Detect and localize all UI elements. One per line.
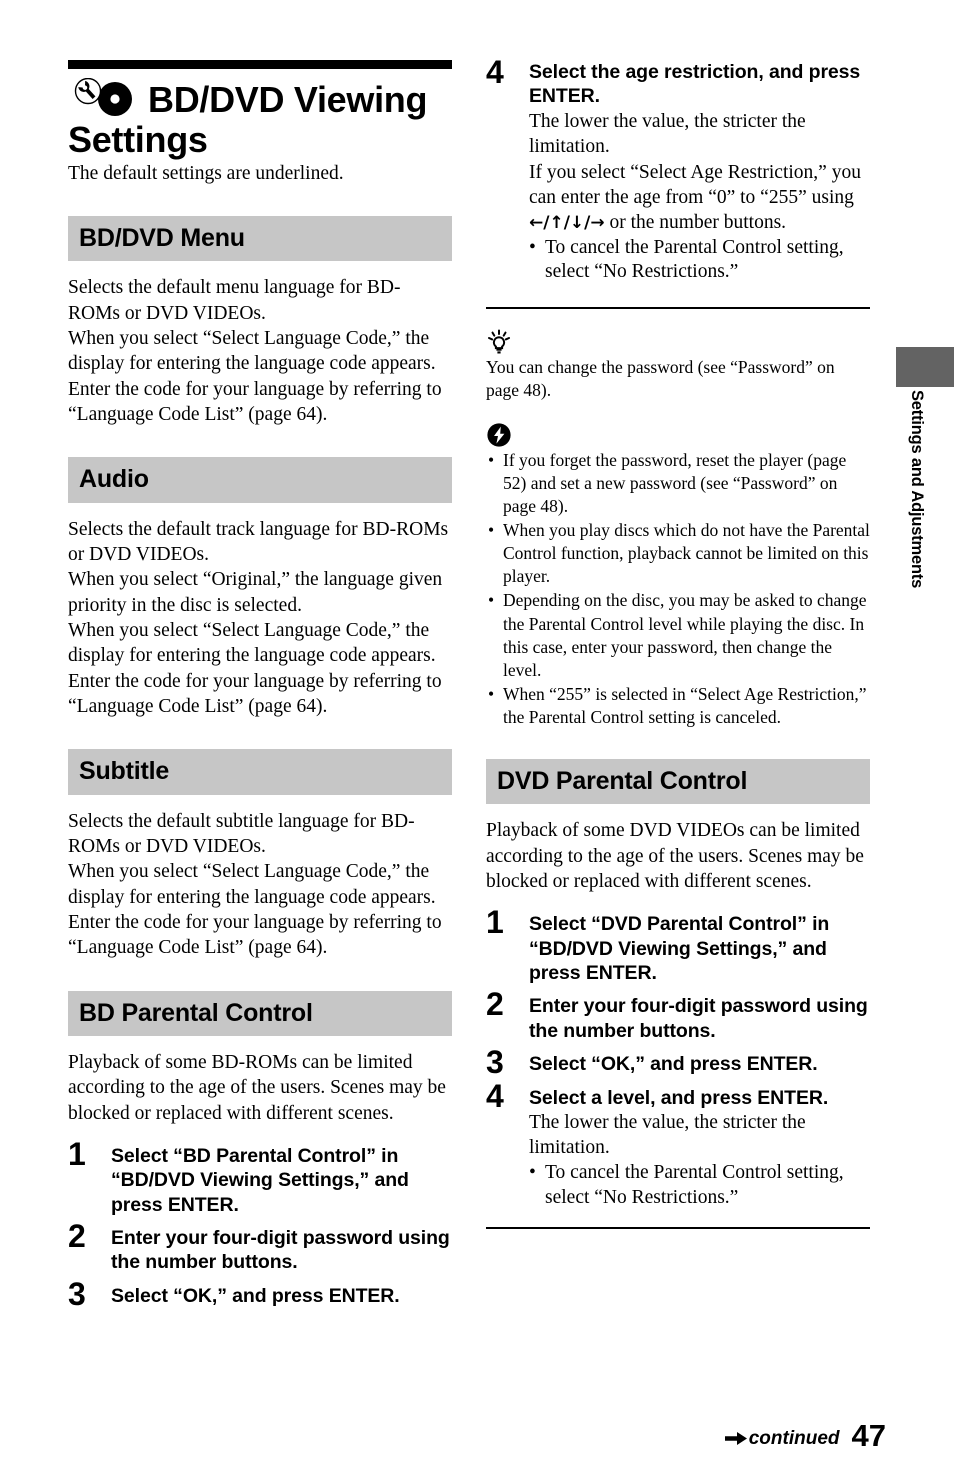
section-body-bd-parental-control: Playback of some BD-ROMs can be limited … xyxy=(68,1051,446,1124)
section-heading-subtitle: Subtitle xyxy=(68,749,452,795)
side-tab-marker xyxy=(896,347,954,387)
bd-parental-control-steps: 1 Select “BD Parental Control” in “BD/DV… xyxy=(68,1138,452,1310)
tip-callout: You can change the password (see “Passwo… xyxy=(486,329,870,402)
left-column: BD/DVD Viewing Settings The default sett… xyxy=(68,60,452,1317)
list-item: To cancel the Parental Control setting, … xyxy=(529,1161,870,1211)
list-item: When you play discs which do not have th… xyxy=(486,519,870,588)
step-item-continued: 4 Select the age restriction, and press … xyxy=(486,56,870,286)
note-list: If you forget the password, reset the pl… xyxy=(486,449,870,729)
step-number: 1 xyxy=(486,904,504,941)
document-page: BD/DVD Viewing Settings The default sett… xyxy=(0,0,954,1483)
step-body-line-2: If you select “Select Age Restriction,” … xyxy=(529,161,870,236)
list-item: To cancel the Parental Control setting, … xyxy=(529,236,870,286)
section-heading-bd-dvd-menu: BD/DVD Menu xyxy=(68,215,452,262)
page-footer: continued 47 xyxy=(724,1418,886,1453)
step-body-pre: If you select “Select Age Restriction,” … xyxy=(529,161,861,208)
step-body: The lower the value, the stricter the li… xyxy=(529,1111,806,1158)
dvd-parental-control-steps: 1 Select “DVD Parental Control” in “BD/D… xyxy=(486,906,870,1211)
section-divider-rule xyxy=(486,307,870,310)
list-item: When “255” is selected in “Select Age Re… xyxy=(486,683,870,729)
section-body-subtitle: Selects the default subtitle language fo… xyxy=(68,810,442,959)
step-title: Select “OK,” and press ENTER. xyxy=(111,1284,400,1307)
step-title: Select the age restriction, and press EN… xyxy=(529,61,861,108)
step-number: 1 xyxy=(68,1135,86,1172)
step-item: 4 Select a level, and press ENTER. The l… xyxy=(486,1080,870,1211)
step-item: 3 Select “OK,” and press ENTER. xyxy=(486,1046,870,1078)
intro-text: The default settings are underlined. xyxy=(68,162,344,184)
side-tab-label: Settings and Adjustments xyxy=(908,390,926,589)
step-bullet-list: To cancel the Parental Control setting, … xyxy=(529,236,870,286)
step-item: 1 Select “DVD Parental Control” in “BD/D… xyxy=(486,906,870,985)
section-heading-audio: Audio xyxy=(68,457,452,503)
step-body-line-1: The lower the value, the stricter the li… xyxy=(529,110,806,157)
continued-label: continued xyxy=(748,1427,840,1449)
step-title: Select “BD Parental Control” in “BD/DVD … xyxy=(111,1144,409,1216)
step-item: 2 Enter your four-digit password using t… xyxy=(486,988,870,1043)
section-heading-bd-parental-control: BD Parental Control xyxy=(68,990,452,1036)
lightbulb-tip-icon xyxy=(486,329,512,355)
step-number: 2 xyxy=(486,986,504,1023)
lightning-note-icon xyxy=(486,422,512,448)
section-divider-rule-bottom xyxy=(486,1226,870,1229)
step-title: Enter your four-digit password using the… xyxy=(111,1227,450,1274)
page-title: BD/DVD Viewing Settings xyxy=(68,77,452,161)
section-body-dvd-parental-control: Playback of some DVD VIDEOs can be limit… xyxy=(486,820,864,892)
arrow-right-icon xyxy=(724,1431,747,1446)
list-item: If you forget the password, reset the pl… xyxy=(486,449,870,518)
step-number: 2 xyxy=(68,1218,86,1254)
note-callout: If you forget the password, reset the pl… xyxy=(486,422,870,729)
section-heading-dvd-parental-control: DVD Parental Control xyxy=(486,759,870,805)
continued-marker: continued xyxy=(724,1427,840,1450)
step-bullet-list: To cancel the Parental Control setting, … xyxy=(529,1161,870,1211)
step-title: Enter your four-digit password using the… xyxy=(529,995,868,1042)
step-body-post: or the number buttons. xyxy=(604,211,787,233)
step-item: 1 Select “BD Parental Control” in “BD/DV… xyxy=(68,1138,452,1217)
section-body-audio: Selects the default track language for B… xyxy=(68,518,449,717)
step-item: 3 Select “OK,” and press ENTER. xyxy=(68,1278,452,1310)
step-title: Select a level, and press ENTER. xyxy=(529,1086,829,1109)
step-number: 4 xyxy=(486,1077,504,1114)
step-item: 2 Enter your four-digit password using t… xyxy=(68,1220,452,1275)
wrench-disc-icon xyxy=(68,77,144,118)
step-title: Select “DVD Parental Control” in “BD/DVD… xyxy=(529,913,830,985)
title-top-rule xyxy=(68,60,452,69)
step-number: 3 xyxy=(486,1044,504,1081)
right-column: 4 Select the age restriction, and press … xyxy=(486,56,870,1229)
list-item: Depending on the disc, you may be asked … xyxy=(486,589,870,681)
direction-arrows-icon: ←/↑/↓/→ xyxy=(529,212,605,233)
page-number: 47 xyxy=(851,1418,886,1453)
section-body-bd-dvd-menu: Selects the default menu language for BD… xyxy=(68,277,442,425)
tip-text: You can change the password (see “Passwo… xyxy=(486,357,835,401)
step-title: Select “OK,” and press ENTER. xyxy=(529,1053,818,1076)
step-number: 4 xyxy=(486,54,504,90)
step-number: 3 xyxy=(68,1275,86,1312)
